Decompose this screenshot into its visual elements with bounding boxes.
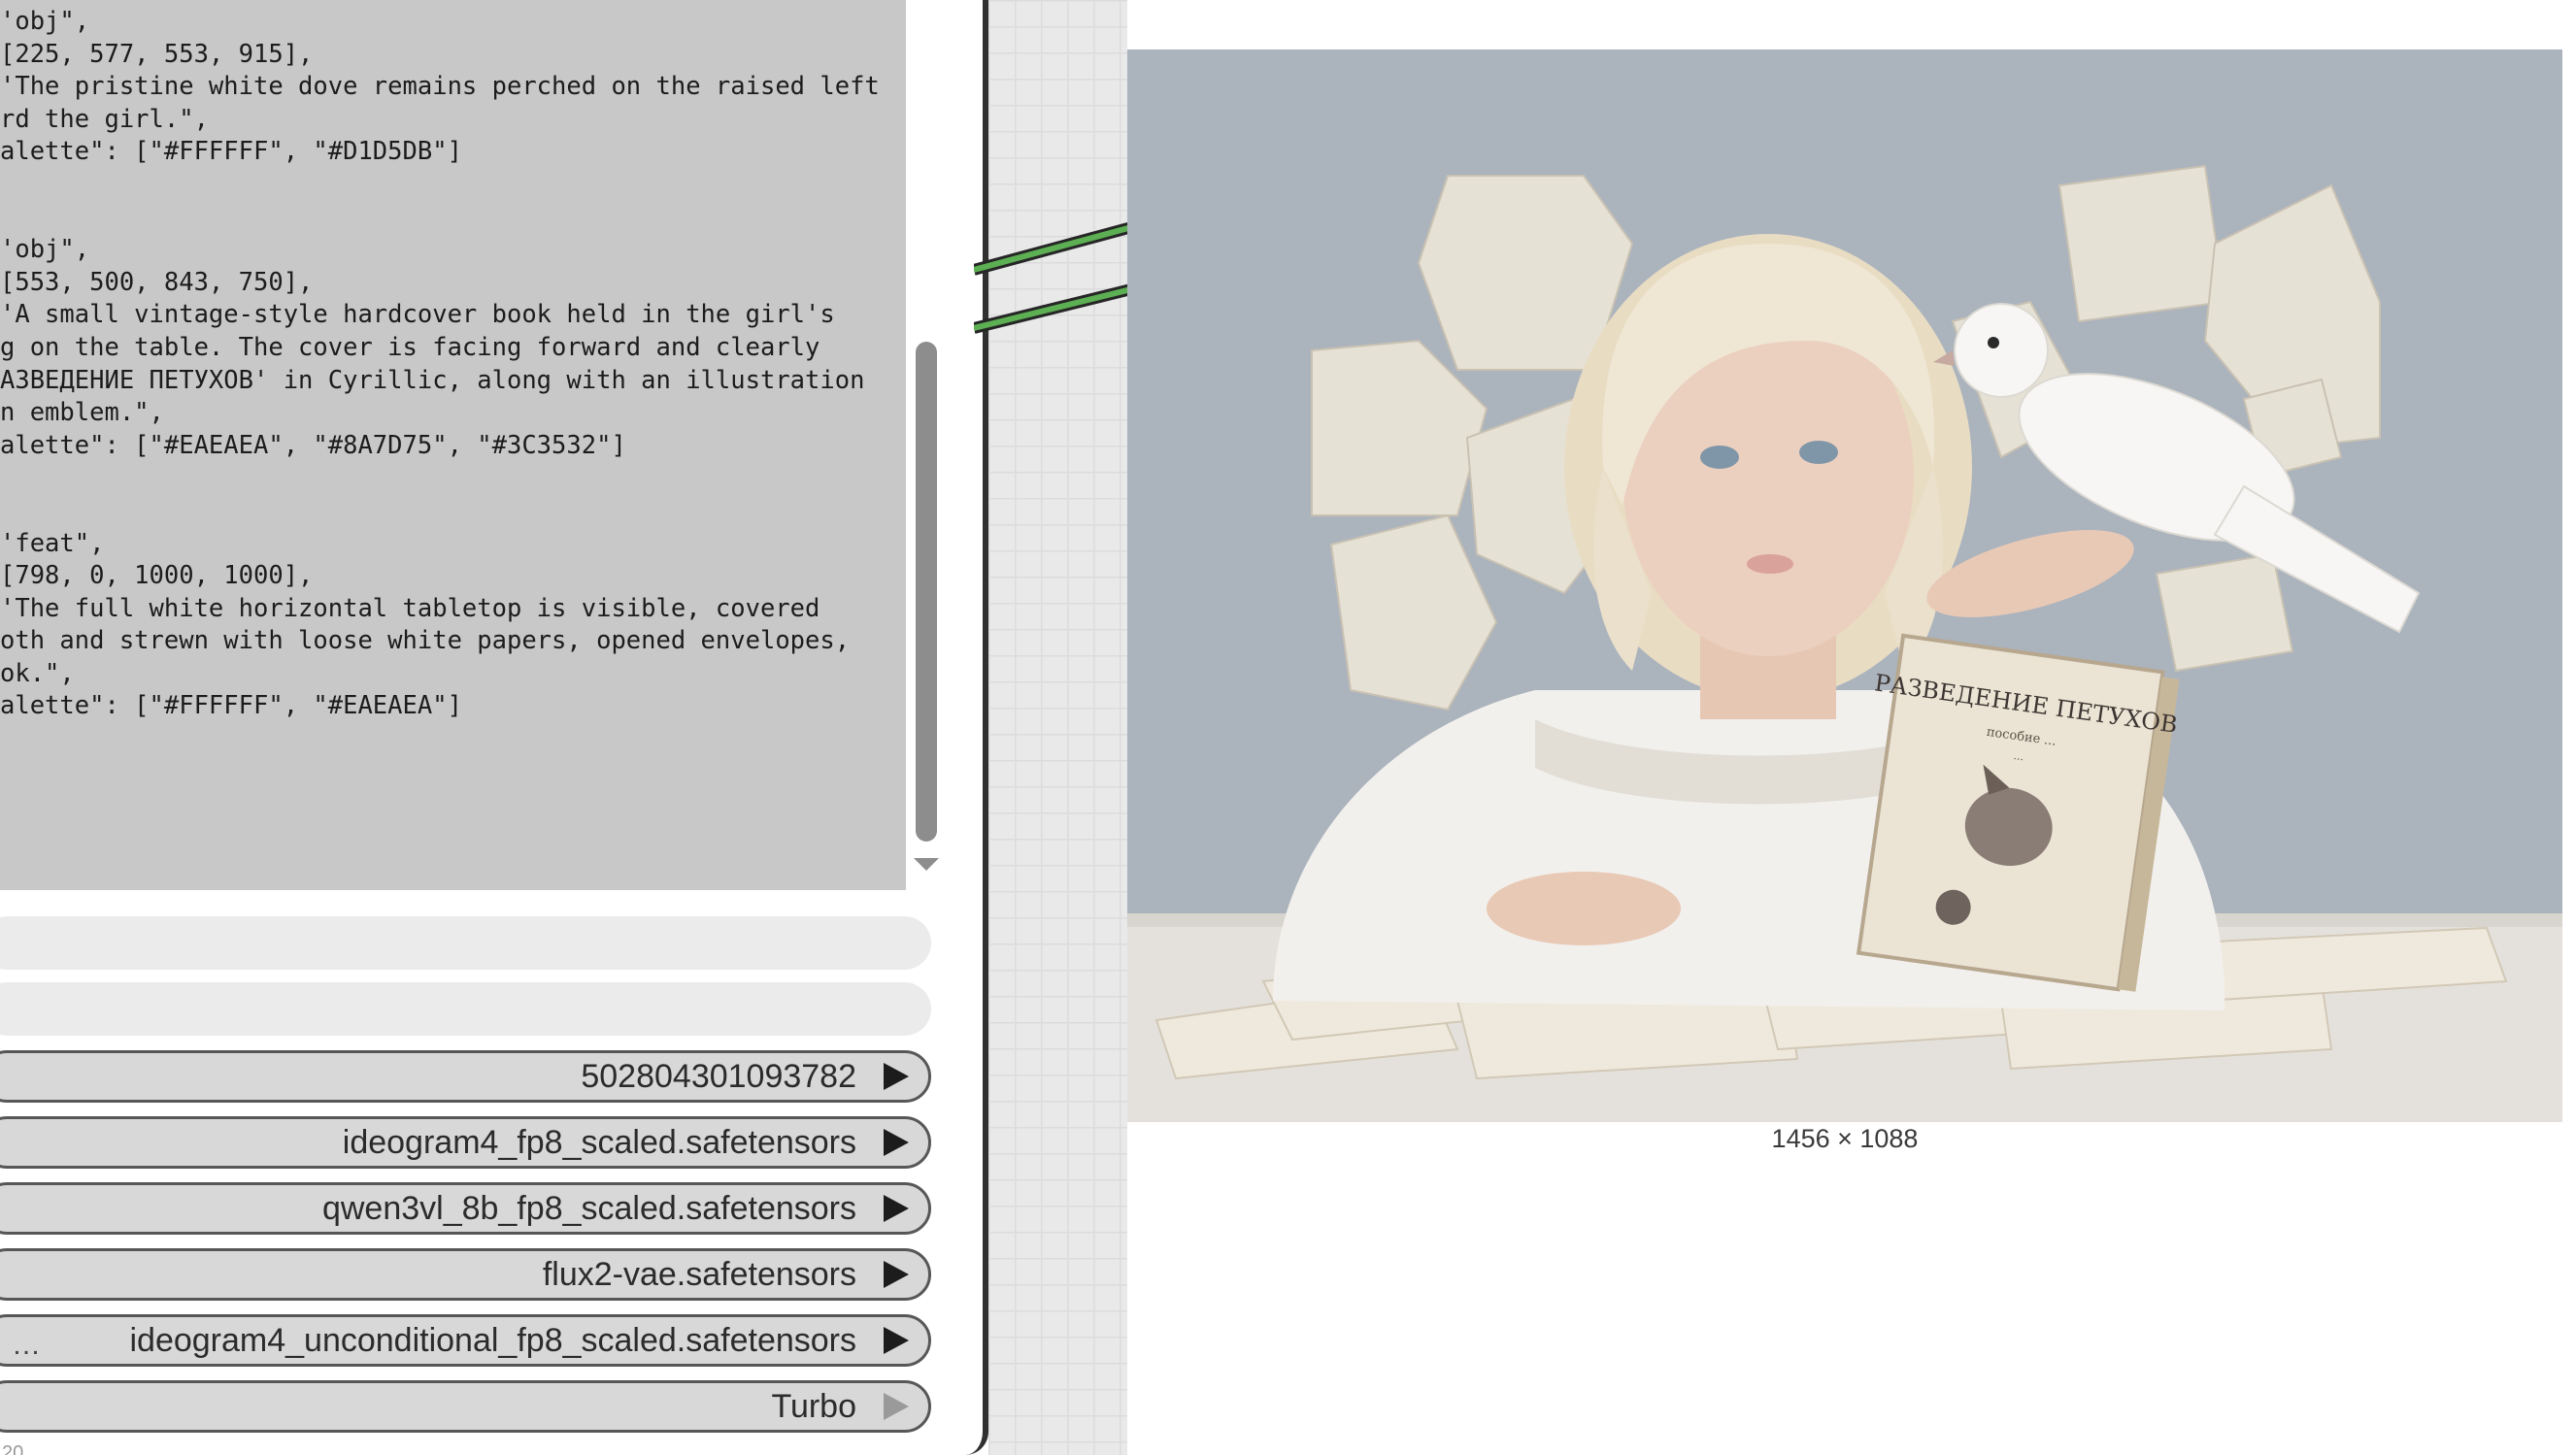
link-wires xyxy=(974,219,1139,334)
mode-play-icon-disabled[interactable] xyxy=(884,1393,909,1420)
unconditional-play-icon[interactable] xyxy=(884,1327,909,1354)
empty-text-field-1[interactable] xyxy=(0,916,931,970)
model-value: ideogram4_fp8_scaled.safetensors xyxy=(342,1123,856,1161)
generated-image-art: РАЗВЕДЕНИЕ ПЕТУХОВ пособие ... ... xyxy=(1127,50,2562,1122)
seed-value: 502804301093782 xyxy=(581,1057,856,1095)
scroll-down-arrow-icon[interactable] xyxy=(914,858,939,871)
vae-value: flux2-vae.safetensors xyxy=(542,1255,856,1293)
generated-image[interactable]: РАЗВЕДЕНИЕ ПЕТУХОВ пособие ... ... xyxy=(1127,50,2562,1122)
model-play-icon[interactable] xyxy=(884,1129,909,1156)
prompt-text: 'obj", [225, 577, 553, 915], 'The pristi… xyxy=(0,7,880,721)
unconditional-prefix: _ … xyxy=(0,1329,44,1361)
seed-widget[interactable]: 502804301093782 xyxy=(0,1050,931,1103)
node-footer-label: 20 xyxy=(2,1442,24,1455)
unconditional-select[interactable]: _ … ideogram4_unconditional_fp8_scaled.s… xyxy=(0,1314,931,1367)
textarea-scrollbar[interactable] xyxy=(908,0,943,890)
node-panel: 'obj", [225, 577, 553, 915], 'The pristi… xyxy=(0,0,988,1455)
seed-play-icon[interactable] xyxy=(884,1063,909,1090)
book-line3-text: ... xyxy=(2013,749,2024,763)
vae-play-icon[interactable] xyxy=(884,1261,909,1288)
clip-select[interactable]: qwen3vl_8b_fp8_scaled.safetensors xyxy=(0,1182,931,1235)
image-dimensions-label: 1456 × 1088 xyxy=(1771,1124,1919,1153)
link-wire-1[interactable] xyxy=(974,219,1139,276)
prompt-textarea[interactable]: 'obj", [225, 577, 553, 915], 'The pristi… xyxy=(0,0,906,890)
empty-text-field-2[interactable] xyxy=(0,982,931,1036)
clip-value: qwen3vl_8b_fp8_scaled.safetensors xyxy=(321,1189,856,1227)
vae-select[interactable]: flux2-vae.safetensors xyxy=(0,1248,931,1301)
scrollbar-thumb[interactable] xyxy=(916,342,937,842)
unconditional-value: ideogram4_unconditional_fp8_scaled.safet… xyxy=(129,1321,856,1359)
model-select[interactable]: ideogram4_fp8_scaled.safetensors xyxy=(0,1116,931,1169)
clip-play-icon[interactable] xyxy=(884,1195,909,1222)
image-preview-panel: РАЗВЕДЕНИЕ ПЕТУХОВ пособие ... ... 1456 … xyxy=(1127,0,2576,1455)
mode-value: Turbo xyxy=(771,1387,856,1425)
mode-select[interactable]: Turbo xyxy=(0,1380,931,1433)
link-wire-2[interactable] xyxy=(974,281,1139,334)
